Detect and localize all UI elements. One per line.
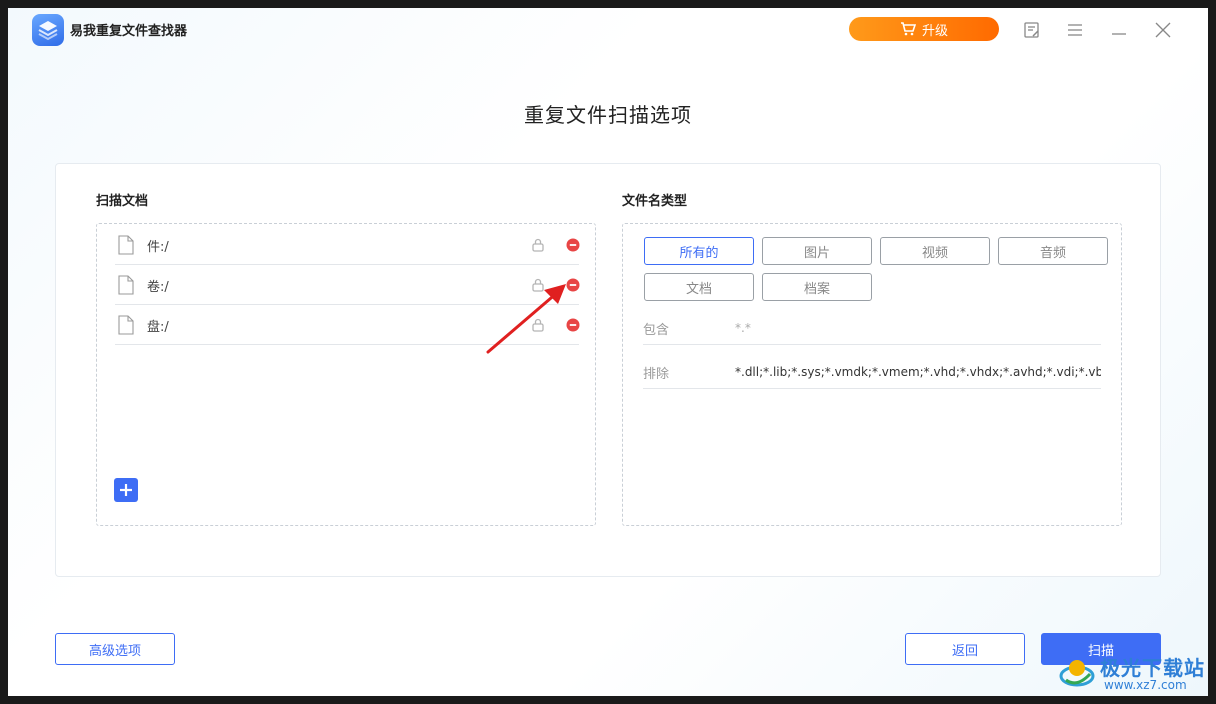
close-icon <box>1155 22 1171 38</box>
include-input[interactable]: *.* <box>735 321 1101 335</box>
file-icon <box>118 235 134 255</box>
drive-label: 件:/ <box>147 240 169 255</box>
exclude-input[interactable]: *.dll;*.lib;*.sys;*.vmdk;*.vmem;*.vhd;*.… <box>735 365 1101 379</box>
title-bar: 易我重复文件查找器 升级 <box>8 8 1208 52</box>
add-location-button[interactable] <box>114 478 138 502</box>
close-button[interactable] <box>1153 20 1173 40</box>
filetype-section-label: 文件名类型 <box>622 194 688 209</box>
app-window: 易我重复文件查找器 升级 重复文件扫描选项 扫描文档 件:/ 卷:/ 盘:/ 文… <box>8 8 1208 696</box>
drive-label: 盘:/ <box>147 320 169 335</box>
back-button[interactable]: 返回 <box>905 633 1025 665</box>
lock-icon[interactable] <box>531 238 545 252</box>
include-filter-row: 包含 *.* <box>643 309 1101 345</box>
menu-button[interactable] <box>1065 20 1085 40</box>
upgrade-button[interactable]: 升级 <box>849 17 999 41</box>
exclude-label: 排除 <box>643 367 670 382</box>
page-title: 重复文件扫描选项 <box>524 103 692 127</box>
type-button-archives[interactable]: 档案 <box>762 273 872 301</box>
type-button-audio[interactable]: 音频 <box>998 237 1108 265</box>
options-card: 扫描文档 件:/ 卷:/ 盘:/ 文件名类型 所有的 图片 视频 音频 文档 档… <box>55 163 1161 577</box>
file-icon <box>118 315 134 335</box>
app-title: 易我重复文件查找器 <box>70 24 188 39</box>
remove-icon[interactable] <box>566 238 580 252</box>
drive-label: 卷:/ <box>147 280 169 295</box>
watermark-logo-icon <box>1059 660 1095 687</box>
type-button-all[interactable]: 所有的 <box>644 237 754 265</box>
watermark-text: 极光下载站 <box>1100 656 1205 680</box>
advanced-options-button[interactable]: 高级选项 <box>55 633 175 665</box>
scan-section-label: 扫描文档 <box>96 194 149 209</box>
minimize-button[interactable] <box>1109 20 1129 40</box>
scan-location-panel: 件:/ 卷:/ 盘:/ <box>96 223 596 526</box>
plus-icon <box>120 484 132 496</box>
watermark: 极光下载站 www.xz7.com <box>1048 650 1208 696</box>
include-label: 包含 <box>643 323 670 338</box>
edit-note-icon <box>1024 22 1039 38</box>
drive-row[interactable]: 件:/ <box>115 225 580 265</box>
exclude-filter-row: 排除 *.dll;*.lib;*.sys;*.vmdk;*.vmem;*.vhd… <box>643 353 1101 389</box>
app-logo-icon <box>32 14 64 46</box>
cart-icon <box>900 22 916 36</box>
upgrade-label: 升级 <box>921 23 948 39</box>
annotation-arrow <box>486 284 566 354</box>
type-button-videos[interactable]: 视频 <box>880 237 990 265</box>
filetype-panel: 所有的 图片 视频 音频 文档 档案 包含 *.* 排除 *.dll;*.lib… <box>622 223 1122 526</box>
type-button-images[interactable]: 图片 <box>762 237 872 265</box>
hamburger-icon <box>1068 24 1082 36</box>
feedback-button[interactable] <box>1022 20 1042 40</box>
file-icon <box>118 275 134 295</box>
type-button-documents[interactable]: 文档 <box>644 273 754 301</box>
minimize-icon <box>1112 33 1126 35</box>
watermark-url: www.xz7.com <box>1104 678 1187 692</box>
